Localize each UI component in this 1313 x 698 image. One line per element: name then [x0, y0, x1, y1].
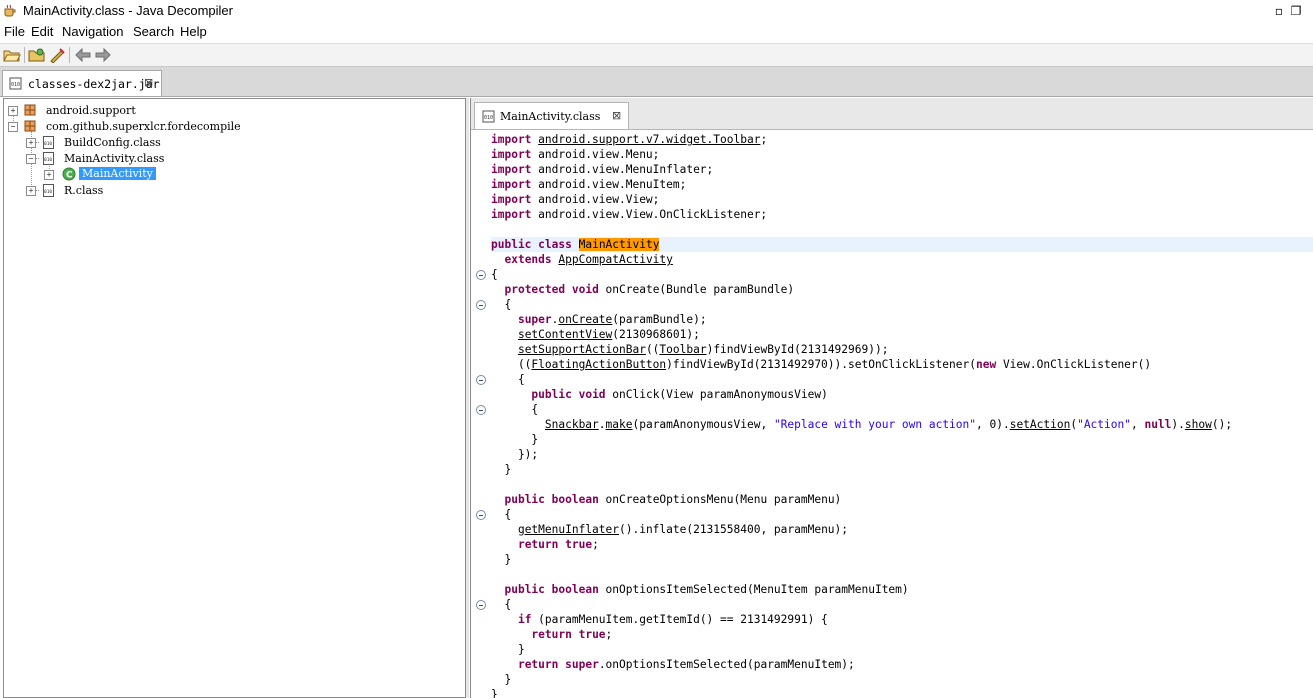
fold-toggle-icon[interactable] [476, 270, 486, 280]
package-icon [24, 120, 36, 132]
menu-edit[interactable]: Edit [31, 24, 53, 39]
class-file-icon: 010 [43, 152, 54, 165]
svg-text:010: 010 [11, 82, 20, 88]
back-icon[interactable] [74, 47, 92, 63]
class-file-icon: 010 [482, 110, 495, 123]
tree-collapse-toggle[interactable]: − [8, 122, 18, 132]
code-line: import android.support.v7.widget.Toolbar… [491, 133, 768, 146]
menu-bar: File Edit Navigation Search Help [0, 23, 1313, 44]
source-panel: 010 MainActivity.class ⊠ import android.… [470, 98, 1313, 698]
tree-expand-toggle[interactable]: + [26, 186, 36, 196]
code-line: } [491, 643, 525, 656]
code-line: return true; [531, 628, 613, 641]
panel-splitter[interactable] [466, 98, 469, 698]
close-tab-icon[interactable]: ⊠ [612, 109, 621, 122]
jar-tab-bar: 010 classes-dex2jar.jar ⊠ [0, 67, 1313, 97]
fold-toggle-icon[interactable] [476, 375, 486, 385]
code-line: protected void onCreate(Bundle paramBund… [504, 283, 795, 296]
code-line: { [491, 268, 498, 281]
menu-help[interactable]: Help [180, 24, 207, 39]
package-tree-panel: + android.support − com.github.superxlcr… [3, 98, 466, 698]
menu-navigation[interactable]: Navigation [62, 24, 123, 39]
class-file-icon: 010 [43, 184, 54, 197]
jar-file-icon: 010 [9, 77, 22, 90]
package-icon [24, 104, 36, 116]
fold-toggle-icon[interactable] [476, 510, 486, 520]
code-line: import android.view.MenuItem; [491, 178, 687, 191]
fold-gutter [471, 130, 489, 698]
code-line: return true; [517, 538, 599, 551]
code-line: } [491, 673, 512, 686]
code-line: import android.view.Menu; [491, 148, 660, 161]
toolbar-separator [69, 47, 70, 63]
code-line: import android.view.View.OnClickListener… [491, 208, 768, 221]
code-line: Snackbar.make(paramAnonymousView, "Repla… [544, 418, 1233, 431]
code-line: public void onClick(View paramAnonymousV… [531, 388, 828, 401]
class-icon: C [62, 167, 76, 181]
code-line: import android.view.View; [491, 193, 660, 206]
tree-item-android-support[interactable]: android.support [46, 104, 136, 117]
toolbar [0, 44, 1313, 67]
code-line: { [491, 298, 512, 311]
tab-classes-jar[interactable]: 010 classes-dex2jar.jar ⊠ [2, 70, 162, 96]
fold-toggle-icon[interactable] [476, 300, 486, 310]
restore-button[interactable]: ❐ [1287, 2, 1305, 20]
code-line: setContentView(2130968601); [517, 328, 700, 341]
tree-item-r-class[interactable]: R.class [64, 184, 103, 197]
code-line: ((FloatingActionButton)findViewById(2131… [491, 358, 1152, 371]
tree-collapse-toggle[interactable]: − [26, 154, 36, 164]
forward-icon[interactable] [94, 47, 112, 63]
code-line: }); [491, 448, 539, 461]
fold-toggle-icon[interactable] [476, 405, 486, 415]
code-line: { [491, 508, 512, 521]
coffee-cup-icon [4, 4, 16, 17]
window-title: MainActivity.class - Java Decompiler [23, 3, 233, 18]
code-line: } [491, 433, 539, 446]
code-line: public class MainActivity [491, 237, 1313, 252]
title-bar: MainActivity.class - Java Decompiler ▫ ❐ [0, 0, 1313, 23]
tree-expand-toggle[interactable]: + [26, 138, 36, 148]
tree-expand-toggle[interactable]: + [44, 170, 54, 180]
tree-expand-toggle[interactable]: + [8, 106, 18, 116]
code-line: public boolean onOptionsItemSelected(Men… [504, 583, 909, 596]
tab-label: MainActivity.class [500, 110, 601, 123]
code-line: getMenuInflater().inflate(2131558400, pa… [517, 523, 849, 536]
code-line: setSupportActionBar((Toolbar)findViewByI… [517, 343, 889, 356]
code-line: } [491, 463, 512, 476]
class-file-icon: 010 [43, 136, 54, 149]
menu-search[interactable]: Search [133, 24, 174, 39]
code-line: { [491, 403, 539, 416]
svg-text:010: 010 [44, 141, 52, 147]
toolbar-separator [24, 47, 25, 63]
code-line: } [491, 688, 498, 698]
code-line: } [491, 553, 512, 566]
code-line: super.onCreate(paramBundle); [517, 313, 707, 326]
tree-item-mainactivity-selected[interactable]: MainActivity [79, 167, 156, 180]
tree-item-buildconfig[interactable]: BuildConfig.class [64, 136, 161, 149]
code-line: { [491, 598, 512, 611]
svg-text:C: C [66, 171, 73, 181]
open-file-icon[interactable] [3, 47, 21, 63]
code-line: return super.onOptionsItemSelected(param… [517, 658, 855, 671]
svg-text:010: 010 [44, 157, 52, 163]
code-line: if (paramMenuItem.getItemId() == 2131492… [517, 613, 828, 626]
fold-toggle-icon[interactable] [476, 600, 486, 610]
svg-text:010: 010 [484, 115, 493, 121]
svg-text:010: 010 [44, 189, 52, 195]
open-folder-icon[interactable] [28, 47, 46, 63]
tree-item-package[interactable]: com.github.superxlcr.fordecompile [46, 120, 241, 133]
code-line: { [491, 373, 525, 386]
code-line: import android.view.MenuInflater; [491, 163, 714, 176]
tree-item-mainactivity-class[interactable]: MainActivity.class [64, 152, 164, 165]
code-line: extends AppCompatActivity [504, 253, 673, 266]
jump-icon[interactable] [48, 47, 66, 63]
tab-label: classes-dex2jar.jar [28, 77, 160, 91]
close-tab-icon[interactable]: ⊠ [144, 76, 153, 89]
source-tab-bar: 010 MainActivity.class ⊠ [471, 98, 1313, 130]
code-editor[interactable]: import android.support.v7.widget.Toolbar… [471, 130, 1313, 698]
code-line: public boolean onCreateOptionsMenu(Menu … [504, 493, 842, 506]
menu-file[interactable]: File [4, 24, 25, 39]
minimize-button[interactable]: ▫ [1270, 2, 1288, 20]
tab-mainactivity-class[interactable]: 010 MainActivity.class ⊠ [474, 102, 629, 129]
